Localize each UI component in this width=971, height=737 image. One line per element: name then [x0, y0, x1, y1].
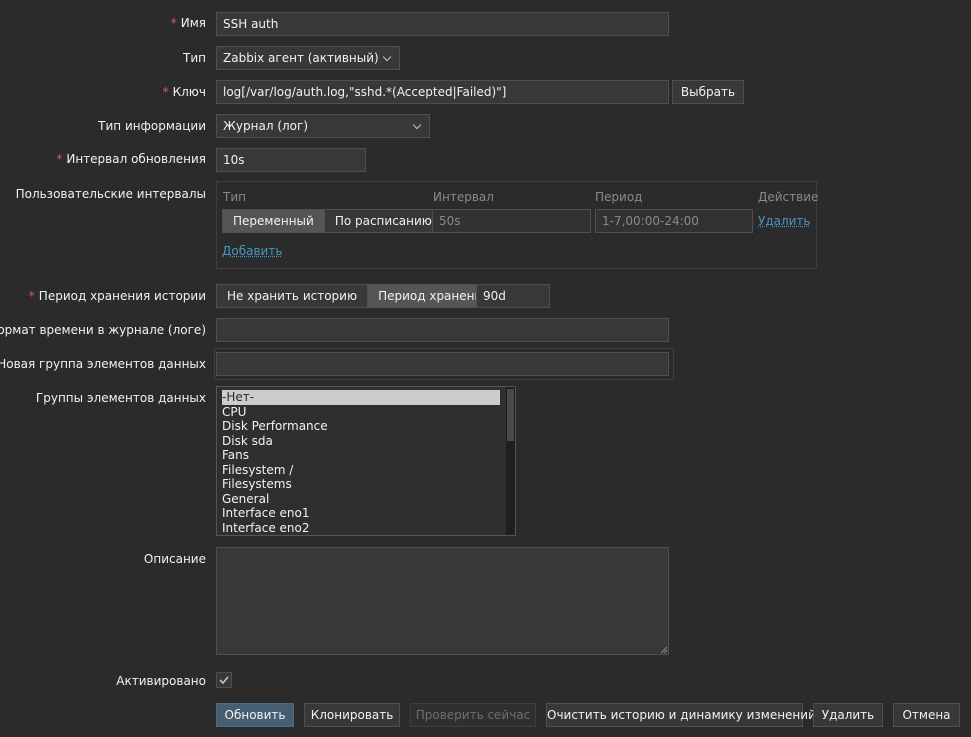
- chevron-down-icon: [413, 115, 423, 137]
- item-groups-label: Группы элементов данных: [35, 391, 206, 405]
- new-group-label: Новая группа элементов данных: [0, 357, 206, 371]
- info-type-select-value: Журнал (лог): [223, 119, 309, 133]
- list-item[interactable]: Disk sda: [217, 434, 515, 449]
- chevron-down-icon: [383, 47, 393, 69]
- enabled-checkbox[interactable]: [216, 672, 232, 688]
- log-time-format-input[interactable]: [216, 318, 669, 342]
- custom-period-input[interactable]: 1-7,00:00-24:00: [595, 209, 753, 233]
- type-label: Тип: [183, 51, 206, 65]
- key-select-button[interactable]: Выбрать: [672, 80, 744, 104]
- clone-button[interactable]: Клонировать: [304, 703, 400, 727]
- key-label: * Ключ: [162, 85, 206, 99]
- description-label: Описание: [143, 552, 206, 566]
- name-label: * Имя: [170, 16, 206, 30]
- list-item[interactable]: Filesystem /: [217, 463, 515, 478]
- update-button[interactable]: Обновить: [216, 703, 294, 727]
- key-input[interactable]: log[/var/log/auth.log,"sshd.*(Accepted|F…: [216, 80, 669, 104]
- info-type-select[interactable]: Журнал (лог): [216, 114, 430, 138]
- history-label: * Период хранения истории: [28, 289, 206, 303]
- list-item[interactable]: General: [217, 492, 515, 507]
- type-select[interactable]: Zabbix агент (активный): [216, 46, 400, 70]
- history-mode-toggle: Не хранить историю Период хранения: [216, 284, 501, 308]
- enabled-label: Активировано: [116, 674, 206, 688]
- custom-intervals-header-period: Период: [595, 190, 643, 204]
- cancel-button[interactable]: Отмена: [893, 703, 960, 727]
- new-group-input[interactable]: [216, 352, 669, 376]
- interval-type-toggle: Переменный По расписанию: [222, 209, 443, 233]
- delete-button[interactable]: Удалить: [813, 703, 883, 727]
- type-select-value: Zabbix агент (активный): [223, 51, 379, 65]
- custom-interval-input[interactable]: 50s: [432, 209, 591, 233]
- clear-history-button[interactable]: Очистить историю и динамику изменений: [546, 703, 816, 727]
- update-interval-input[interactable]: 10s: [216, 148, 366, 172]
- log-time-format-label: Формат времени в журнале (логе): [0, 323, 206, 337]
- history-no-keep-option[interactable]: Не хранить историю: [217, 285, 368, 307]
- update-interval-label: * Интервал обновления: [56, 152, 206, 166]
- interval-type-flexible[interactable]: Переменный: [223, 210, 324, 232]
- custom-intervals-table: Тип Интервал Период Действие Переменный …: [216, 181, 819, 269]
- list-item[interactable]: Fans: [217, 448, 515, 463]
- list-item[interactable]: Filesystems: [217, 477, 515, 492]
- scrollbar-thumb[interactable]: [507, 389, 514, 441]
- custom-interval-remove-link[interactable]: Удалить: [758, 214, 811, 228]
- custom-intervals-header-interval: Интервал: [433, 190, 494, 204]
- description-textarea[interactable]: [216, 547, 669, 655]
- interval-type-scheduling[interactable]: По расписанию: [323, 210, 442, 232]
- custom-intervals-header-action: Действие: [758, 190, 819, 204]
- check-now-button: Проверить сейчас: [410, 703, 536, 727]
- custom-interval-add-link[interactable]: Добавить: [222, 244, 282, 258]
- list-item[interactable]: Interface eno1: [217, 506, 515, 521]
- item-groups-listbox[interactable]: -Нет- CPU Disk Performance Disk sda Fans…: [216, 386, 516, 536]
- history-period-input[interactable]: 90d: [476, 284, 550, 308]
- list-item[interactable]: Interface eno2: [217, 521, 515, 536]
- custom-intervals-label: Пользовательские интервалы: [15, 187, 206, 201]
- info-type-label: Тип информации: [98, 119, 206, 133]
- custom-intervals-header-type: Тип: [223, 190, 246, 204]
- listbox-scrollbar[interactable]: [506, 387, 515, 535]
- resize-handle-icon[interactable]: [660, 646, 668, 654]
- check-icon: [219, 676, 229, 685]
- list-item[interactable]: Disk Performance: [217, 419, 515, 434]
- name-input[interactable]: SSH auth: [216, 12, 669, 36]
- list-item[interactable]: CPU: [217, 405, 515, 420]
- list-item[interactable]: -Нет-: [222, 390, 500, 405]
